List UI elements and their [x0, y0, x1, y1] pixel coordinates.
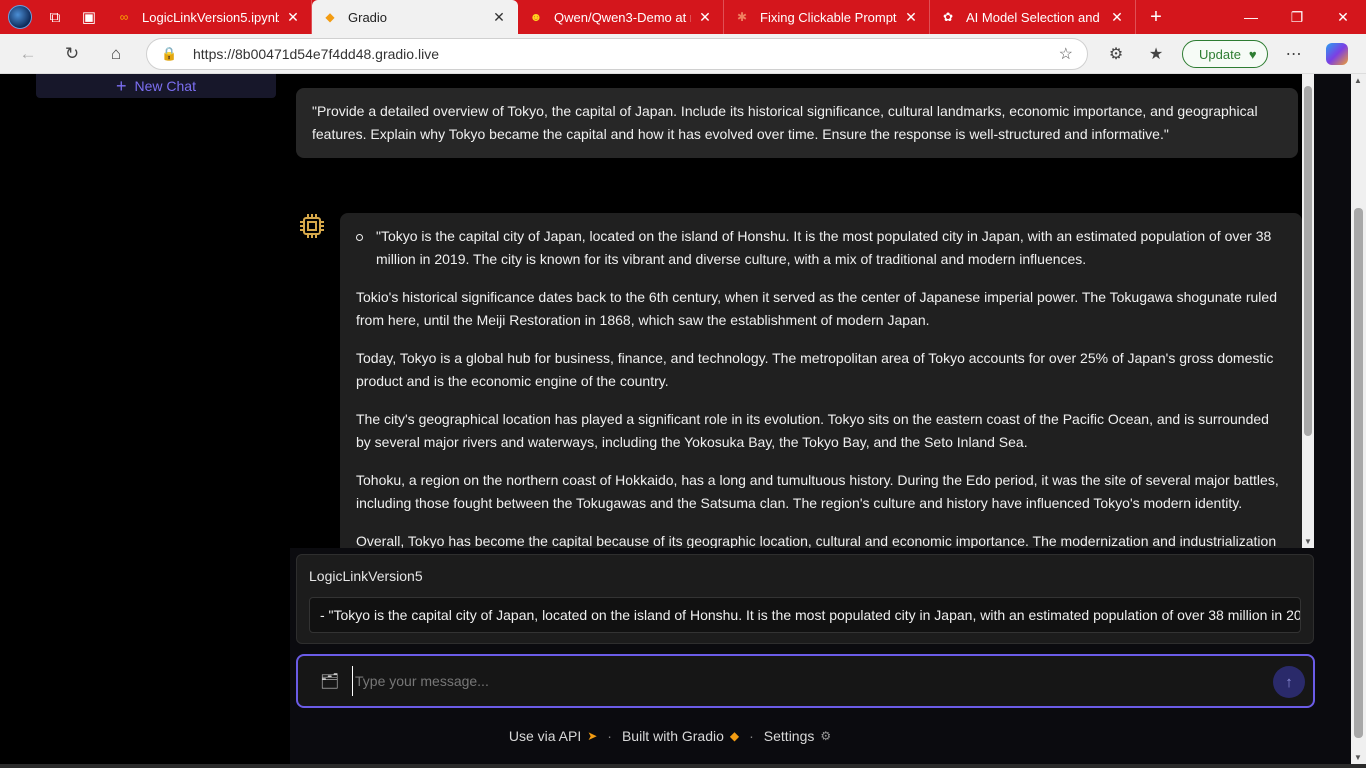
tab-title: Fixing Clickable Prompts ar	[760, 9, 897, 25]
window-bottom-edge	[0, 764, 1366, 768]
window-close-icon[interactable]: ✕	[1320, 0, 1366, 34]
address-bar-row: ← ↻ ⌂ 🔒 https://8b00471d54e7f4dd48.gradi…	[0, 34, 1366, 74]
footer-separator: ·	[749, 728, 754, 744]
chat-history[interactable]: "Provide a detailed overview of Tokyo, t…	[290, 74, 1314, 548]
bot-paragraph: Tohoku, a region on the northern coast o…	[356, 472, 1279, 511]
tab-gradio[interactable]: ◆ Gradio ✕	[312, 0, 518, 34]
message-input[interactable]	[352, 666, 1252, 696]
attach-file-icon[interactable]: 🗂	[320, 672, 339, 690]
arrow-up-icon: ↑	[1285, 673, 1293, 691]
tab-title: AI Model Selection and Co	[966, 9, 1103, 25]
gradio-page: + New Chat "Provide a detailed overview …	[0, 74, 1366, 768]
gear-icon: ⚙	[820, 729, 832, 743]
tab-actions-icon[interactable]: ▣	[72, 0, 106, 34]
model-output-box: LogicLinkVersion5 - "Tokyo is the capita…	[296, 554, 1314, 644]
bot-paragraph: Overall, Tokyo has become the capital be…	[356, 533, 1277, 548]
url-field[interactable]: 🔒 https://8b00471d54e7f4dd48.gradio.live…	[146, 38, 1088, 70]
new-chat-label: New Chat	[134, 78, 196, 94]
plus-icon: +	[116, 75, 127, 96]
gradio-logo-icon: ◆	[729, 729, 740, 743]
model-label: LogicLinkVersion5	[309, 568, 423, 584]
bot-avatar-chip-icon	[296, 210, 328, 242]
page-scrollbar[interactable]: ▲ ▼	[1351, 74, 1366, 764]
footer: Use via API ➤ · Built with Gradio ◆ · Se…	[0, 726, 1340, 746]
settings-link[interactable]: Settings	[764, 728, 815, 744]
colab-icon: ∞	[119, 10, 129, 24]
bot-message: "Tokyo is the capital city of Japan, loc…	[340, 213, 1302, 548]
claude-icon: ✱	[736, 10, 748, 24]
update-status-icon: ♥	[1248, 46, 1257, 62]
bot-paragraph: "Tokyo is the capital city of Japan, loc…	[356, 225, 1286, 271]
built-with-gradio-link[interactable]: Built with Gradio	[622, 728, 724, 744]
close-tab-icon[interactable]: ✕	[1109, 9, 1125, 26]
update-label: Update	[1199, 46, 1241, 62]
message-composer: 🗂 ↑	[296, 654, 1315, 708]
footer-separator: ·	[607, 728, 612, 744]
scroll-down-arrow-icon[interactable]: ▼	[1304, 537, 1312, 546]
tab-title: Gradio	[348, 9, 388, 25]
new-chat-button[interactable]: + New Chat	[36, 74, 276, 98]
close-tab-icon[interactable]: ✕	[697, 9, 713, 26]
new-tab-icon[interactable]: +	[1136, 0, 1176, 34]
model-output-field[interactable]: - "Tokyo is the capital city of Japan, l…	[309, 597, 1301, 633]
chat-scrollbar-thumb[interactable]	[1304, 86, 1312, 436]
browser-tab-bar: ⧉ ▣ ∞ LogicLinkVersion5.ipynb - C ✕ ◆ Gr…	[0, 0, 1366, 34]
bot-paragraph: Tokio's historical significance dates ba…	[356, 289, 1277, 328]
tab-qwen[interactable]: ☻ Qwen/Qwen3-Demo at ma ✕	[518, 0, 724, 34]
home-icon[interactable]: ⌂	[94, 34, 138, 74]
use-via-api-link[interactable]: Use via API	[509, 728, 581, 744]
copilot-icon[interactable]	[1325, 43, 1348, 65]
scroll-up-arrow-icon[interactable]: ▲	[1354, 76, 1362, 85]
chat-scrollbar[interactable]: ▼	[1302, 74, 1314, 548]
favorites-icon[interactable]: ★	[1136, 34, 1176, 74]
send-button[interactable]: ↑	[1273, 666, 1305, 698]
tab-chatgpt[interactable]: ✿ AI Model Selection and Co ✕	[930, 0, 1136, 34]
lock-icon[interactable]: 🔒	[161, 46, 177, 62]
url-text: https://8b00471d54e7f4dd48.gradio.live	[193, 46, 439, 62]
user-message: "Provide a detailed overview of Tokyo, t…	[296, 88, 1298, 158]
more-menu-icon[interactable]: ⋯	[1274, 34, 1314, 74]
update-button[interactable]: Update ♥	[1182, 40, 1268, 68]
bot-paragraph: The city's geographical location has pla…	[356, 411, 1269, 450]
page-scrollbar-thumb[interactable]	[1354, 208, 1363, 738]
tab-logiclink[interactable]: ∞ LogicLinkVersion5.ipynb - C ✕	[106, 0, 312, 34]
tab-claude[interactable]: ✱ Fixing Clickable Prompts ar ✕	[724, 0, 930, 34]
huggingface-icon: ☻	[529, 10, 543, 24]
gradio-icon: ◆	[325, 10, 335, 24]
close-tab-icon[interactable]: ✕	[903, 9, 919, 26]
rocket-icon: ➤	[587, 729, 598, 743]
refresh-icon[interactable]: ↻	[50, 34, 94, 74]
workspaces-icon[interactable]: ⧉	[38, 0, 72, 34]
profile-avatar[interactable]	[8, 5, 32, 29]
openai-icon: ✿	[942, 10, 954, 24]
close-tab-icon[interactable]: ✕	[285, 9, 301, 26]
tab-title: LogicLinkVersion5.ipynb - C	[142, 9, 279, 25]
close-tab-icon[interactable]: ✕	[491, 9, 507, 26]
minimize-icon[interactable]: —	[1228, 0, 1274, 34]
scroll-down-arrow-icon[interactable]: ▼	[1354, 753, 1362, 762]
bot-paragraph: Today, Tokyo is a global hub for busines…	[356, 350, 1274, 389]
back-icon[interactable]: ←	[6, 34, 50, 74]
extensions-icon[interactable]: ⚙	[1096, 34, 1136, 74]
tab-title: Qwen/Qwen3-Demo at ma	[554, 9, 691, 25]
favorite-star-icon[interactable]: ☆	[1059, 44, 1073, 64]
sidebar: + New Chat	[0, 74, 290, 768]
restore-icon[interactable]: ❐	[1274, 0, 1320, 34]
